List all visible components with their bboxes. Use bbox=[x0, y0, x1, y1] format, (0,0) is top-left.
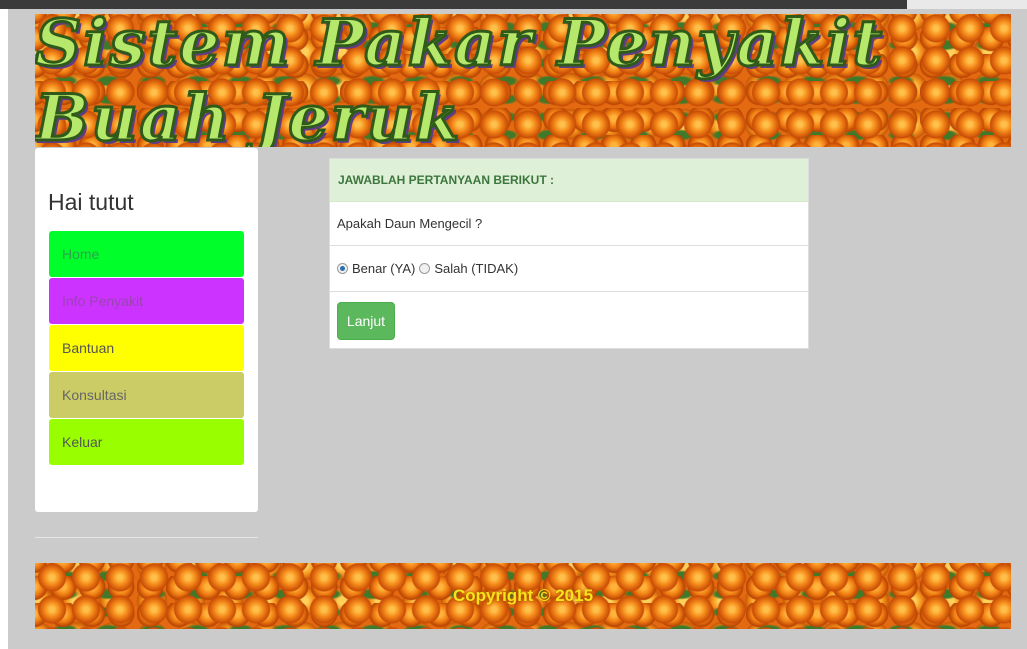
sidebar-item-home[interactable]: Home bbox=[49, 231, 244, 277]
panel-heading: JAWABLAH PERTANYAAN BERIKUT : bbox=[330, 159, 808, 202]
question-panel: JAWABLAH PERTANYAAN BERIKUT : Apakah Dau… bbox=[329, 158, 809, 349]
sidebar-item-konsultasi[interactable]: Konsultasi bbox=[49, 372, 244, 418]
radio-benar[interactable] bbox=[337, 263, 348, 274]
question-text: Apakah Daun Mengecil ? bbox=[330, 202, 808, 246]
lanjut-button[interactable]: Lanjut bbox=[337, 302, 395, 340]
radio-benar-label[interactable]: Benar (YA) bbox=[352, 246, 415, 292]
sidebar-menu: Home Info Penyakit Bantuan Konsultasi Ke… bbox=[49, 231, 244, 466]
header-banner: Sistem Pakar Penyakit Buah Jeruk bbox=[35, 14, 1011, 147]
page-background: Sistem Pakar Penyakit Buah Jeruk Hai tut… bbox=[8, 9, 1027, 649]
sidebar: Hai tutut Home Info Penyakit Bantuan Kon… bbox=[35, 148, 258, 512]
copyright-text: Copyright © 2015 bbox=[452, 586, 594, 605]
browser-top-bar-right bbox=[907, 0, 1027, 9]
sidebar-item-keluar[interactable]: Keluar bbox=[49, 419, 244, 465]
user-greeting: Hai tutut bbox=[48, 189, 134, 215]
browser-top-bar bbox=[0, 0, 1027, 9]
site-title: Sistem Pakar Penyakit Buah Jeruk bbox=[35, 14, 885, 147]
footer-banner: Copyright © 2015 bbox=[35, 563, 1011, 629]
sidebar-divider bbox=[35, 537, 258, 538]
answer-options: Benar (YA) Salah (TIDAK) bbox=[330, 246, 808, 292]
radio-salah[interactable] bbox=[419, 263, 431, 274]
sidebar-item-info-penyakit[interactable]: Info Penyakit bbox=[49, 278, 244, 324]
radio-salah-label[interactable]: Salah (TIDAK) bbox=[434, 246, 518, 292]
sidebar-item-bantuan[interactable]: Bantuan bbox=[49, 325, 244, 371]
